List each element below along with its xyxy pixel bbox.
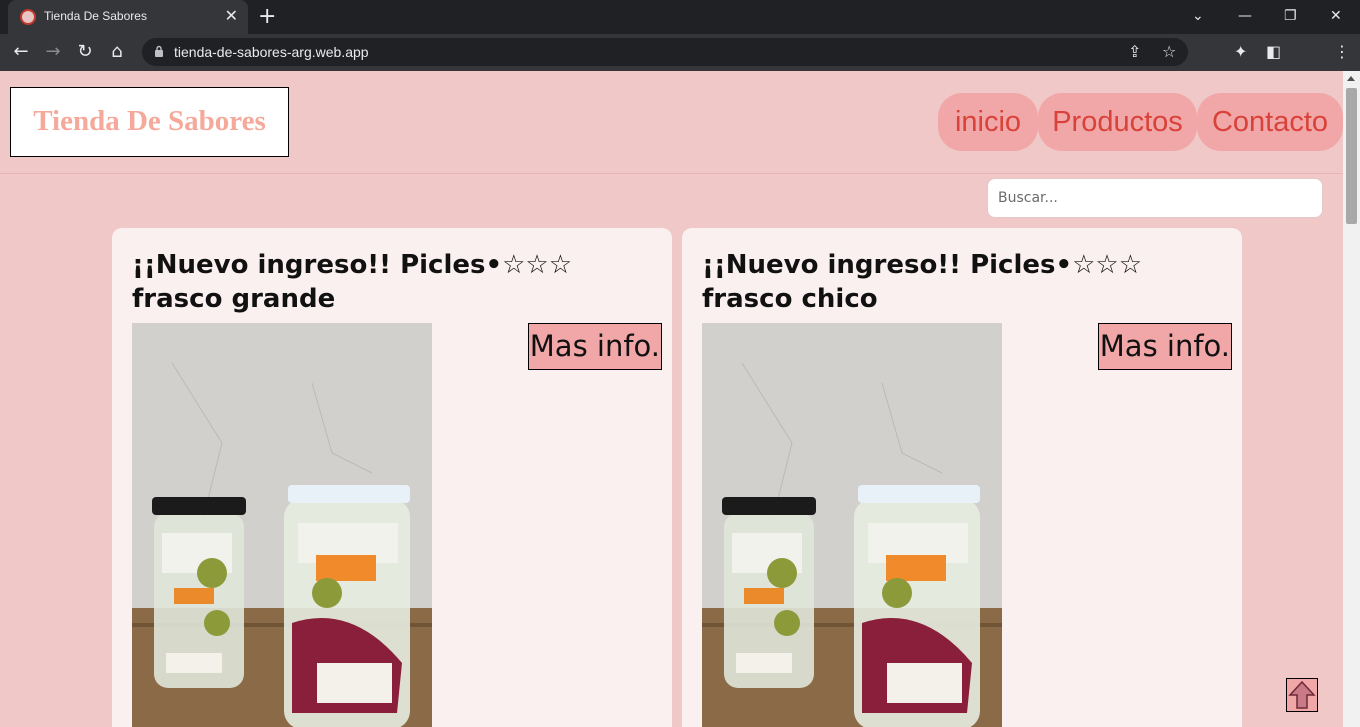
lock-icon [155, 45, 163, 57]
header-divider [0, 173, 1343, 174]
product-title: ¡¡Nuevo ingreso!! Picles•☆☆☆ frasco chic… [702, 250, 1143, 314]
forward-arrow-icon[interactable]: → [42, 41, 64, 63]
product-card: ¡¡Nuevo ingreso!! Picles•☆☆☆ frasco chic… [682, 228, 1242, 727]
more-info-button[interactable]: Mas info. [1097, 323, 1232, 370]
back-to-top-button[interactable] [1286, 678, 1318, 712]
restore-button[interactable]: ❐ [1284, 6, 1297, 26]
site-favicon-icon [20, 9, 36, 25]
browser-tab[interactable]: Tienda De Sabores ✕ [8, 0, 248, 34]
product-title: ¡¡Nuevo ingreso!! Picles•☆☆☆ frasco gran… [132, 250, 573, 314]
side-panel-icon[interactable]: ◧ [1266, 41, 1281, 63]
window-close-button[interactable]: ✕ [1330, 6, 1342, 26]
page-scrollbar[interactable] [1343, 71, 1360, 727]
product-image [132, 323, 432, 727]
tab-close-icon[interactable]: ✕ [225, 6, 238, 26]
bookmark-star-icon[interactable]: ☆ [1162, 42, 1176, 61]
tab-search-icon[interactable]: ⌄ [1192, 6, 1204, 26]
home-icon[interactable]: ⌂ [106, 41, 128, 63]
scroll-up-arrow-icon[interactable] [1347, 76, 1355, 81]
page-viewport: Tienda De Sabores inicio Productos Conta… [0, 71, 1343, 727]
url-text: tienda-de-sabores-arg.web.app [174, 44, 369, 60]
arrow-up-icon [1288, 680, 1316, 709]
site-logo[interactable]: Tienda De Sabores [10, 87, 289, 157]
product-card: ¡¡Nuevo ingreso!! Picles•☆☆☆ frasco gran… [112, 228, 672, 727]
nav-link-inicio[interactable]: inicio [938, 93, 1038, 151]
browser-menu-icon[interactable]: ⋮ [1334, 41, 1350, 63]
scrollbar-thumb[interactable] [1346, 88, 1357, 224]
browser-toolbar: ← → ↻ ⌂ tienda-de-sabores-arg.web.app ⇪ … [0, 34, 1360, 71]
extensions-puzzle-icon[interactable]: ✦ [1234, 41, 1247, 63]
tab-title: Tienda De Sabores [44, 9, 147, 23]
product-image [702, 323, 1002, 727]
back-arrow-icon[interactable]: ← [10, 41, 32, 63]
more-info-button[interactable]: Mas info. [527, 323, 662, 370]
browser-tab-strip: Tienda De Sabores ✕ + ⌄ — ❐ ✕ [0, 0, 1360, 34]
nav-link-productos[interactable]: Productos [1038, 93, 1197, 151]
share-icon[interactable]: ⇪ [1128, 42, 1141, 61]
site-logo-text: Tienda De Sabores [33, 105, 266, 137]
address-bar[interactable]: tienda-de-sabores-arg.web.app ⇪ ☆ [142, 38, 1188, 66]
nav-link-contacto[interactable]: Contacto [1197, 93, 1343, 151]
search-input[interactable] [987, 178, 1323, 218]
reload-icon[interactable]: ↻ [74, 41, 96, 63]
minimize-button[interactable]: — [1238, 6, 1252, 26]
new-tab-button[interactable]: + [258, 4, 276, 30]
